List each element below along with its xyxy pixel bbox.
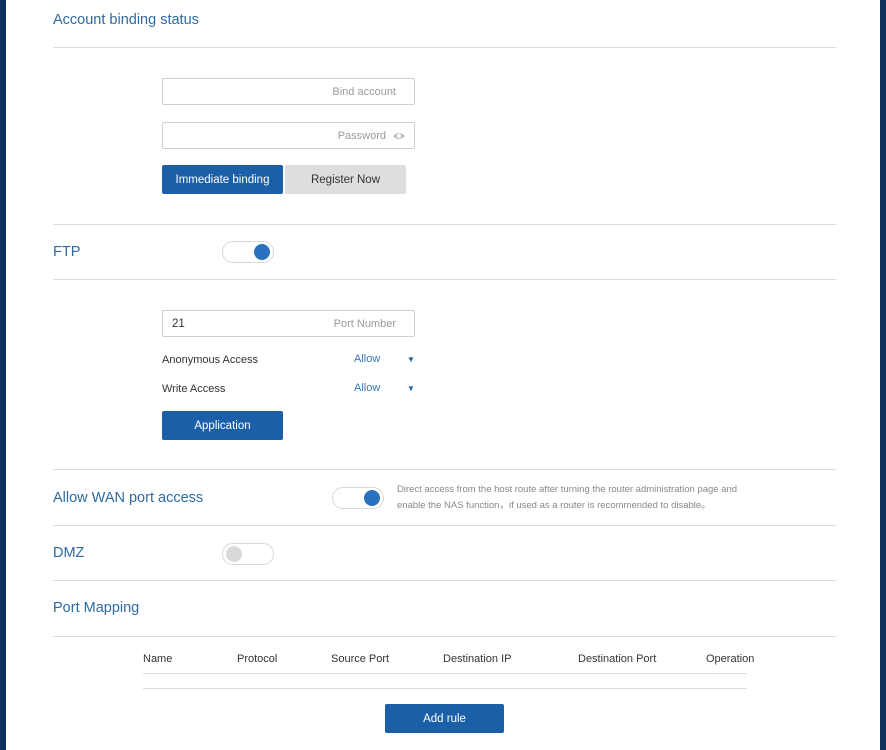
table-header-rule — [143, 673, 747, 674]
bind-account-placeholder: Bind account — [332, 86, 396, 98]
dmz-title: DMZ — [53, 545, 85, 561]
wan-access-note: Direct access from the host route after … — [397, 484, 738, 511]
divider — [53, 224, 836, 225]
immediate-binding-button[interactable]: Immediate binding — [162, 165, 283, 194]
divider — [53, 279, 836, 280]
bind-account-input[interactable]: Bind account — [162, 78, 415, 105]
window-left-edge — [0, 0, 6, 750]
anonymous-access-label: Anonymous Access — [162, 354, 258, 366]
toggle-knob — [364, 490, 380, 506]
application-button[interactable]: Application — [162, 411, 283, 440]
table-bottom-rule — [143, 688, 747, 689]
port-number-placeholder: Port Number — [333, 318, 396, 330]
divider — [53, 525, 836, 526]
wan-access-title: Allow WAN port access — [53, 490, 204, 506]
eye-icon[interactable] — [392, 130, 406, 142]
port-mapping-title: Port Mapping — [53, 600, 140, 616]
password-placeholder: Password — [337, 130, 386, 142]
column-header-destination-ip: Destination IP — [443, 653, 512, 665]
ftp-title: FTP — [53, 244, 81, 260]
write-access-select[interactable]: Allow — [354, 382, 380, 394]
column-header-name: Name — [143, 653, 173, 665]
divider — [53, 47, 836, 48]
account-binding-title: Account binding status — [53, 12, 199, 28]
write-access-label: Write Access — [162, 383, 226, 395]
divider — [53, 469, 836, 470]
add-rule-button[interactable]: Add rule — [385, 704, 504, 733]
port-number-value: 21 — [172, 318, 185, 330]
port-number-input[interactable]: 21 Port Number — [162, 310, 415, 337]
dmz-toggle[interactable] — [222, 543, 274, 565]
window-right-edge — [880, 0, 886, 750]
caret-down-icon[interactable]: ▼ — [407, 355, 415, 364]
register-now-button[interactable]: Register Now — [285, 165, 406, 194]
toggle-knob — [226, 546, 242, 562]
password-input[interactable]: Password — [162, 122, 415, 149]
divider — [53, 636, 836, 637]
toggle-knob — [254, 244, 270, 260]
column-header-operation: Operation — [706, 653, 755, 665]
divider — [53, 580, 836, 581]
column-header-destination-port: Destination Port — [578, 653, 657, 665]
ftp-toggle[interactable] — [222, 241, 274, 263]
wan-access-toggle[interactable] — [332, 487, 384, 509]
anonymous-access-select[interactable]: Allow — [354, 353, 380, 365]
caret-down-icon[interactable]: ▼ — [407, 384, 415, 393]
column-header-source-port: Source Port — [331, 653, 390, 665]
column-header-protocol: Protocol — [237, 653, 278, 665]
